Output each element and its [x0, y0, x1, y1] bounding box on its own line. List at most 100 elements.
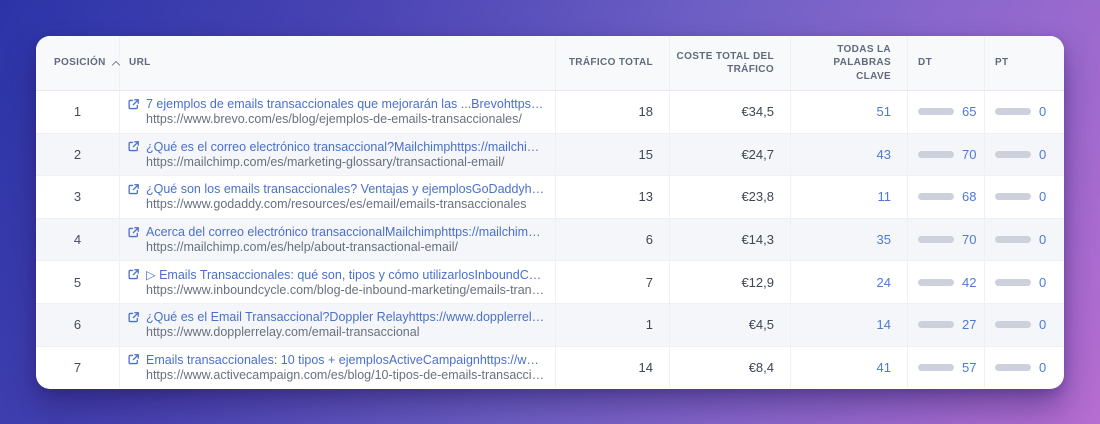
traffic-cost-cell: €24,7: [669, 134, 790, 176]
result-display-url: https://www.brevo.com/es/blog/ejemplos-d…: [127, 112, 545, 126]
column-header-trafico-label: TRÁFICO TOTAL: [569, 56, 653, 70]
keywords-count-link[interactable]: 14: [877, 317, 891, 332]
traffic-total-cell: 18: [555, 91, 669, 133]
dt-score-bar: [918, 279, 954, 286]
result-title-link[interactable]: 7 ejemplos de emails transaccionales que…: [146, 97, 545, 111]
column-header-pt-label: PT: [995, 56, 1008, 70]
traffic-cost-value: €34,5: [741, 104, 774, 119]
pt-score-value: 0: [1039, 360, 1046, 375]
traffic-cost-value: €4,5: [749, 317, 774, 332]
pt-score-bar: [995, 364, 1031, 371]
keywords-count-link[interactable]: 11: [878, 189, 892, 204]
column-header-url[interactable]: URL: [119, 36, 555, 90]
pt-score-value: 0: [1039, 189, 1046, 204]
pt-cell: 0: [984, 219, 1064, 261]
pt-cell: 0: [984, 261, 1064, 303]
result-display-url: https://mailchimp.com/es/marketing-gloss…: [127, 155, 545, 169]
external-link-icon[interactable]: [127, 140, 140, 153]
table-row: 3 ¿Qué son los emails transaccionales? V…: [36, 175, 1064, 218]
traffic-cost-value: €12,9: [741, 275, 774, 290]
result-title-link[interactable]: ¿Qué es el Email Transaccional?Doppler R…: [146, 310, 545, 324]
external-link-icon[interactable]: [127, 183, 140, 196]
result-display-url: https://www.inboundcycle.com/blog-de-inb…: [127, 283, 545, 297]
position-cell: 5: [36, 261, 119, 303]
traffic-total-value: 7: [646, 275, 653, 290]
url-cell: Acerca del correo electrónico transaccio…: [119, 219, 555, 261]
result-display-url: https://www.dopplerrelay.com/email-trans…: [127, 325, 545, 339]
result-title-link[interactable]: ¿Qué es el correo electrónico transaccio…: [146, 140, 545, 154]
result-title-link[interactable]: ▷ Emails Transaccionales: qué son, tipos…: [146, 267, 545, 282]
pt-cell: 0: [984, 176, 1064, 218]
traffic-total-value: 6: [646, 232, 653, 247]
dt-cell: 65: [907, 91, 984, 133]
position-cell: 4: [36, 219, 119, 261]
traffic-cost-cell: €23,8: [669, 176, 790, 218]
result-title-link[interactable]: ¿Qué son los emails transaccionales? Ven…: [146, 182, 545, 196]
pt-score-bar: [995, 193, 1031, 200]
dt-score-bar: [918, 364, 954, 371]
external-link-icon[interactable]: [127, 226, 140, 239]
dt-score-bar: [918, 108, 954, 115]
column-header-coste-total[interactable]: COSTE TOTAL DEL TRÁFICO: [669, 36, 790, 90]
external-link-icon[interactable]: [127, 268, 140, 281]
column-header-palabras-clave[interactable]: TODAS LA PALABRAS CLAVE: [790, 36, 907, 90]
traffic-cost-cell: €12,9: [669, 261, 790, 303]
position-cell: 7: [36, 347, 119, 389]
table-row: 5 ▷ Emails Transaccionales: qué son, tip…: [36, 260, 1064, 303]
traffic-cost-value: €24,7: [741, 147, 774, 162]
column-header-trafico-total[interactable]: TRÁFICO TOTAL: [555, 36, 669, 90]
result-title-link[interactable]: Acerca del correo electrónico transaccio…: [146, 225, 545, 239]
url-cell: Emails transaccionales: 10 tipos + ejemp…: [119, 347, 555, 389]
dt-score-value: 70: [962, 147, 976, 162]
dt-score-value: 57: [962, 360, 976, 375]
column-header-posicion[interactable]: POSICIÓN: [36, 36, 119, 90]
table-body: 1 7 ejemplos de emails transaccionales q…: [36, 91, 1064, 388]
pt-score-bar: [995, 151, 1031, 158]
traffic-total-value: 15: [639, 147, 653, 162]
keywords-count-link[interactable]: 41: [877, 360, 891, 375]
keywords-count-cell: 41: [790, 347, 907, 389]
url-cell: ¿Qué son los emails transaccionales? Ven…: [119, 176, 555, 218]
keywords-count-cell: 14: [790, 304, 907, 346]
url-cell: 7 ejemplos de emails transaccionales que…: [119, 91, 555, 133]
column-header-dt[interactable]: DT: [907, 36, 984, 90]
keywords-count-link[interactable]: 35: [877, 232, 891, 247]
dt-score-value: 27: [962, 317, 976, 332]
position-cell: 6: [36, 304, 119, 346]
keywords-count-cell: 51: [790, 91, 907, 133]
position-value: 1: [74, 104, 81, 119]
pt-score-bar: [995, 321, 1031, 328]
traffic-total-cell: 13: [555, 176, 669, 218]
table-row: 7 Emails transaccionales: 10 tipos + eje…: [36, 346, 1064, 389]
column-header-pt[interactable]: PT: [984, 36, 1064, 90]
traffic-total-cell: 7: [555, 261, 669, 303]
result-display-url: https://www.activecampaign.com/es/blog/1…: [127, 368, 545, 382]
traffic-total-value: 13: [639, 189, 653, 204]
dt-score-bar: [918, 236, 954, 243]
traffic-total-value: 1: [646, 317, 653, 332]
dt-score-bar: [918, 321, 954, 328]
url-cell: ¿Qué es el correo electrónico transaccio…: [119, 134, 555, 176]
result-title-link[interactable]: Emails transaccionales: 10 tipos + ejemp…: [146, 353, 545, 367]
keywords-count-cell: 43: [790, 134, 907, 176]
pt-score-value: 0: [1039, 275, 1046, 290]
position-value: 7: [74, 360, 81, 375]
table-row: 2 ¿Qué es el correo electrónico transacc…: [36, 133, 1064, 176]
position-value: 3: [74, 189, 81, 204]
dt-cell: 70: [907, 134, 984, 176]
keywords-count-link[interactable]: 43: [877, 147, 891, 162]
keywords-count-link[interactable]: 24: [877, 275, 891, 290]
keywords-count-link[interactable]: 51: [877, 104, 891, 119]
dt-cell: 70: [907, 219, 984, 261]
external-link-icon[interactable]: [127, 353, 140, 366]
traffic-cost-value: €23,8: [741, 189, 774, 204]
traffic-total-cell: 15: [555, 134, 669, 176]
url-cell: ¿Qué es el Email Transaccional?Doppler R…: [119, 304, 555, 346]
dt-cell: 68: [907, 176, 984, 218]
column-header-coste-label: COSTE TOTAL DEL TRÁFICO: [674, 50, 774, 77]
traffic-total-value: 14: [639, 360, 653, 375]
pt-cell: 0: [984, 91, 1064, 133]
position-cell: 2: [36, 134, 119, 176]
external-link-icon[interactable]: [127, 98, 140, 111]
external-link-icon[interactable]: [127, 311, 140, 324]
